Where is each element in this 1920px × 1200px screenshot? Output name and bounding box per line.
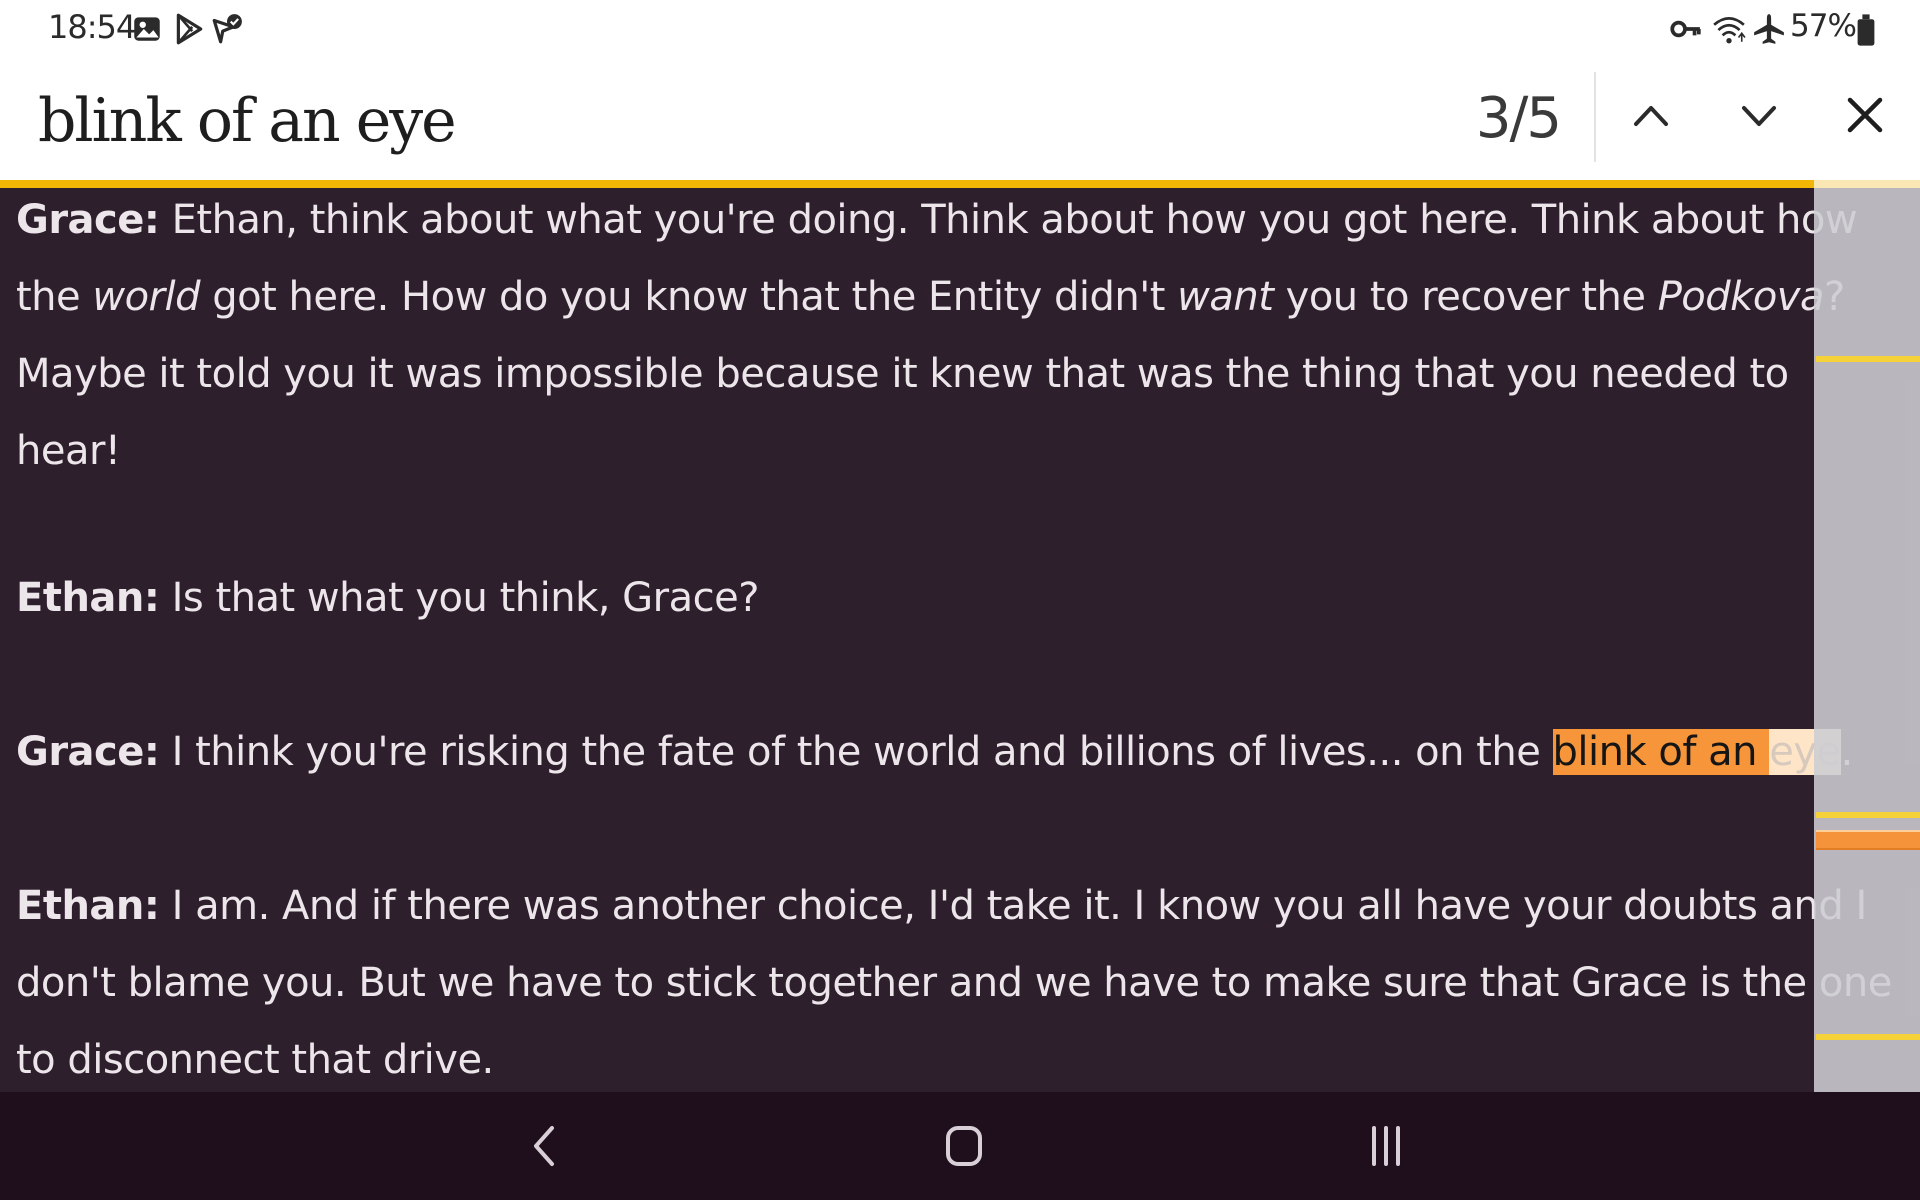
dialogue-emphasis: world: [92, 274, 200, 320]
home-button[interactable]: [934, 1120, 994, 1172]
dialogue-emphasis: want: [1177, 274, 1274, 320]
dialogue-text: I am. And if there was another choice, I…: [16, 883, 1892, 1083]
battery-icon: [1854, 12, 1878, 46]
speaker-name: Ethan:: [16, 575, 160, 621]
dialogue-paragraph: Grace: I think you're risking the fate o…: [16, 714, 1896, 791]
dialogue-text: I think you're risking the fate of the w…: [159, 729, 1553, 775]
status-bar: 18:54 57%: [0, 0, 1920, 56]
close-icon: [1847, 97, 1883, 133]
next-match-button[interactable]: [1724, 84, 1794, 148]
chevron-down-icon: [1742, 106, 1776, 126]
current-match-highlight: blink of an: [1552, 729, 1770, 775]
find-progress-bar: [0, 180, 1814, 188]
match-marker[interactable]: [1816, 356, 1920, 362]
find-scrollbar[interactable]: [1814, 188, 1920, 1092]
find-bar: blink of an eye 3/5: [0, 56, 1920, 180]
battery-percent: 57%: [1790, 8, 1857, 44]
vpn-key-icon: [1668, 12, 1702, 44]
find-match-count: 3/5: [1475, 86, 1562, 151]
recents-icon: [1372, 1126, 1400, 1166]
match-marker[interactable]: [1816, 812, 1920, 818]
dialogue-text: you to recover the: [1273, 274, 1658, 320]
current-match-marker[interactable]: [1816, 830, 1920, 850]
dialogue-paragraph: Grace: Ethan, think about what you're do…: [16, 188, 1896, 490]
chevron-up-icon: [1634, 106, 1668, 126]
play-store-icon: [172, 12, 206, 45]
match-marker[interactable]: [1816, 1034, 1920, 1040]
home-icon: [946, 1126, 982, 1166]
page-content: Grace: Ethan, think about what you're do…: [0, 188, 1920, 1092]
back-icon: [534, 1126, 554, 1166]
airplane-icon: [1752, 12, 1786, 44]
wifi-icon: [1712, 12, 1746, 44]
dialogue-text: Is that what you think, Grace?: [159, 575, 760, 621]
dialogue-text: got here. How do you know that the Entit…: [200, 274, 1178, 320]
back-button[interactable]: [514, 1120, 574, 1172]
find-divider: [1594, 72, 1596, 162]
speaker-name: Ethan:: [16, 883, 160, 929]
find-progress-track: [1814, 180, 1920, 188]
dialogue-paragraph: Ethan: I am. And if there was another ch…: [16, 868, 1896, 1092]
previous-match-button[interactable]: [1616, 84, 1686, 148]
dialogue-emphasis: Podkova: [1657, 274, 1825, 320]
verified-app-icon: [210, 12, 244, 44]
speaker-name: Grace:: [16, 729, 160, 775]
status-time: 18:54: [48, 8, 136, 46]
dialogue-paragraph: Ethan: Is that what you think, Grace?: [16, 560, 1896, 637]
recents-button[interactable]: [1356, 1120, 1416, 1172]
speaker-name: Grace:: [16, 197, 160, 243]
navigation-bar: [0, 1092, 1920, 1200]
gallery-icon: [130, 12, 164, 44]
find-query-input[interactable]: blink of an eye: [38, 86, 457, 156]
close-find-button[interactable]: [1830, 84, 1900, 148]
